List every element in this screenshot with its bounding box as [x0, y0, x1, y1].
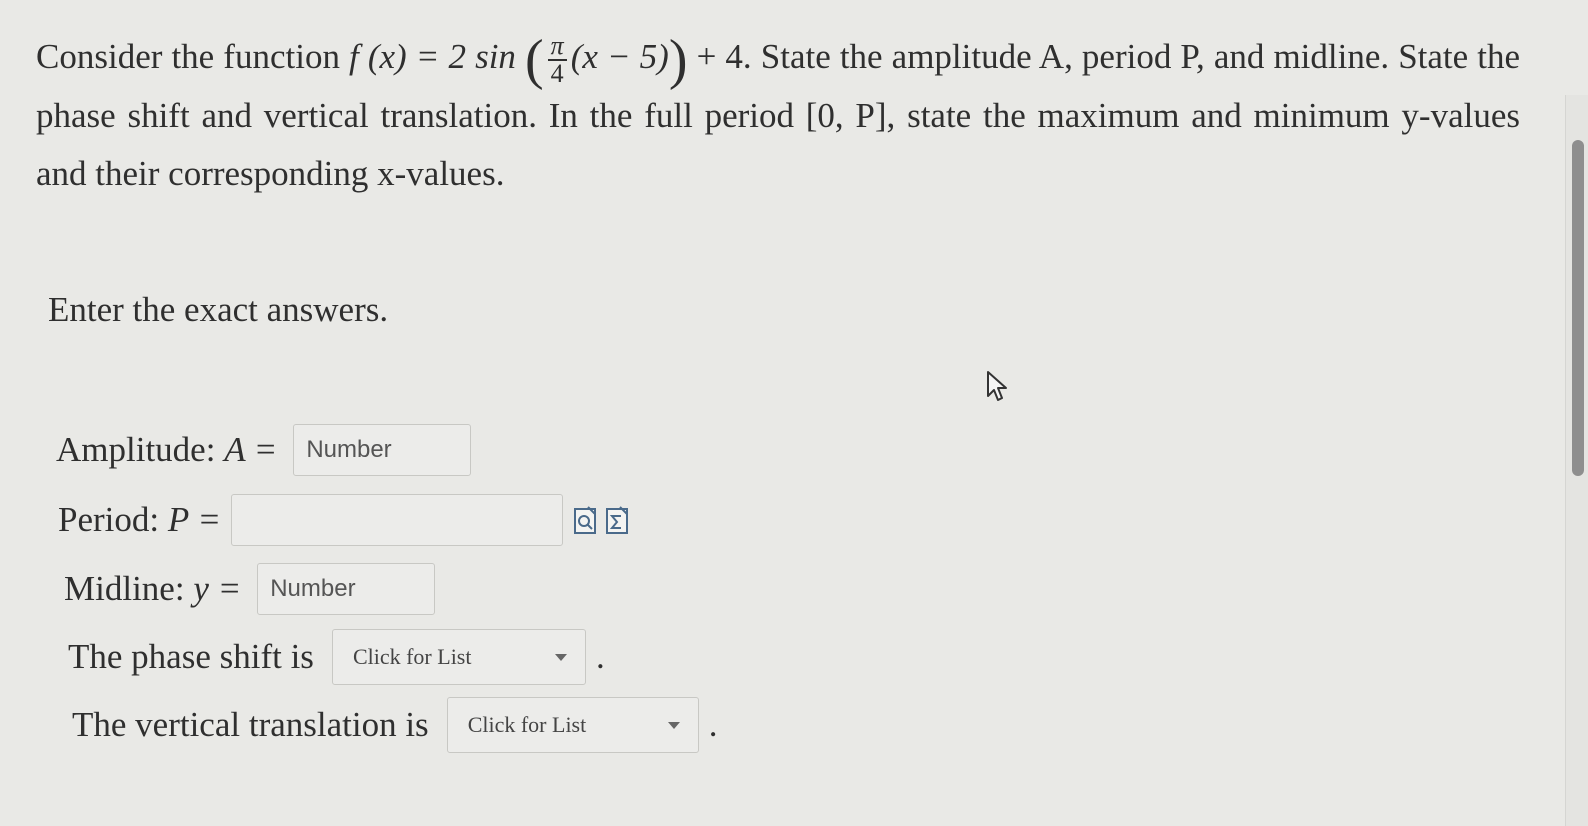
amplitude-row: Amplitude: A = Number	[56, 424, 472, 476]
preview-icon[interactable]	[573, 505, 597, 535]
function-inner: (x − 5)	[570, 37, 669, 76]
midline-input[interactable]: Number	[257, 563, 436, 615]
midline-row: Midline: y = Number	[64, 563, 436, 615]
chevron-down-icon	[667, 721, 680, 729]
period-label: Period:	[58, 500, 160, 539]
scrollbar-thumb[interactable]	[1572, 140, 1584, 476]
vertical-translation-suffix: .	[708, 705, 718, 744]
phase-shift-row: The phase shift is Click for List .	[68, 629, 605, 685]
fraction-denominator: 4	[550, 58, 564, 88]
function-lhs: f (x) = 2 sin	[349, 37, 516, 76]
midline-var: y =	[193, 569, 242, 608]
phase-shift-selected: Click for List	[352, 644, 472, 669]
period-input[interactable]	[230, 494, 563, 546]
question-intro: Consider the function	[36, 37, 340, 76]
vertical-translation-label: The vertical translation is	[72, 705, 429, 744]
amplitude-label: Amplitude:	[56, 430, 216, 469]
chevron-down-icon	[554, 653, 567, 661]
amplitude-var: A =	[224, 430, 278, 469]
period-var: P =	[167, 500, 221, 539]
mouse-pointer-icon	[986, 370, 1010, 409]
question-text: Consider the function f (x) = 2 sin (π 4(…	[36, 28, 1520, 203]
period-row: Period: P =	[58, 494, 629, 546]
phase-shift-select[interactable]: Click for List	[331, 629, 586, 685]
function-tail: + 4.	[696, 37, 752, 76]
fraction-numerator: π	[547, 32, 567, 61]
phase-shift-label: The phase shift is	[68, 637, 314, 676]
equation-editor-icon[interactable]	[605, 505, 629, 535]
instruction-text: Enter the exact answers.	[48, 290, 389, 329]
vertical-translation-selected: Click for List	[467, 712, 587, 737]
right-paren: )	[668, 28, 688, 91]
fraction: π4	[547, 32, 567, 88]
vertical-translation-row: The vertical translation is Click for Li…	[72, 697, 717, 753]
amplitude-input[interactable]: Number	[293, 424, 472, 476]
vertical-translation-select[interactable]: Click for List	[446, 697, 699, 753]
midline-label: Midline:	[64, 569, 185, 608]
left-paren: (	[525, 28, 544, 91]
phase-shift-suffix: .	[595, 637, 605, 676]
